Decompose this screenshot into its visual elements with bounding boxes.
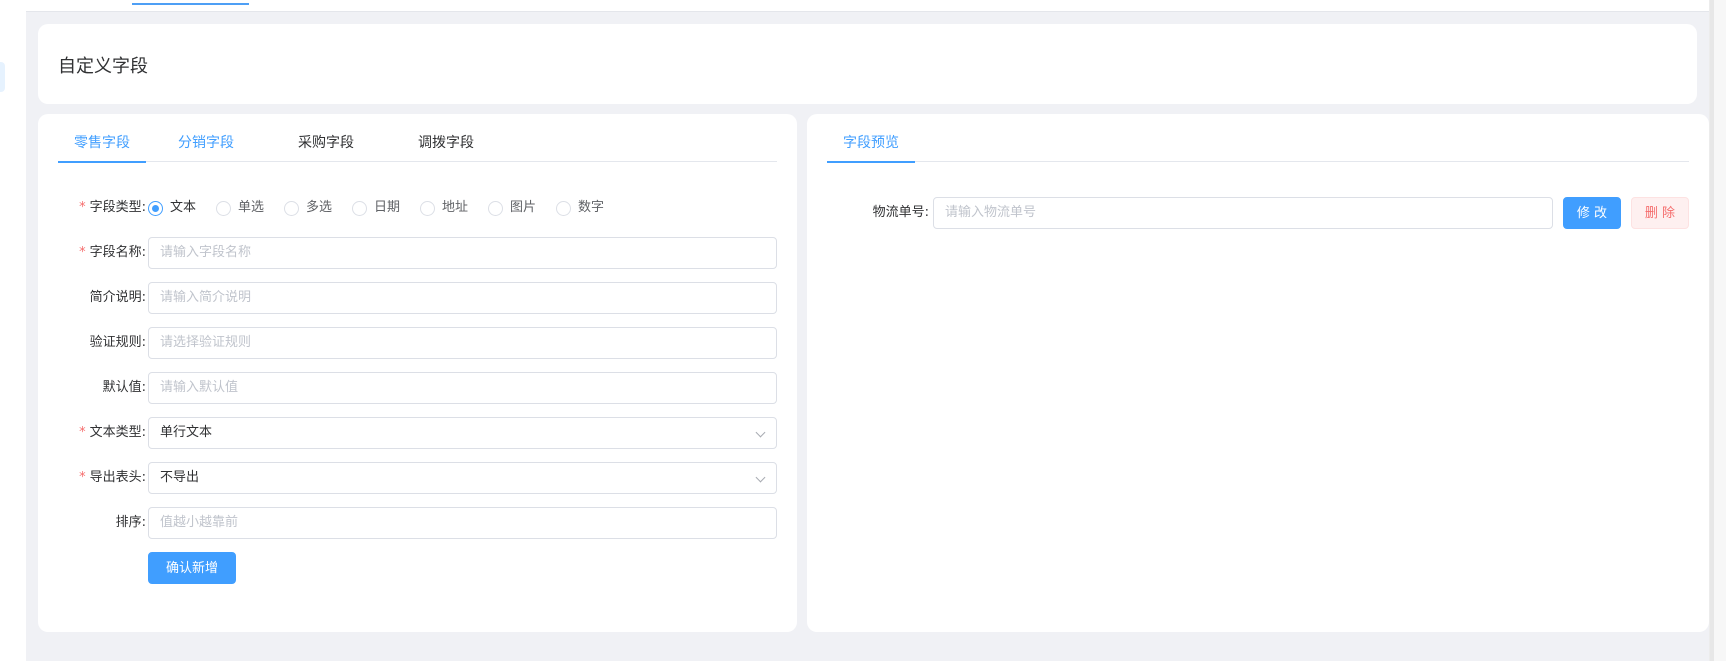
field-preview-card: 字段预览 物流单号: 请输入物流单号 修 改 删 除 [807,114,1709,632]
export-header-select[interactable]: 不导出 [148,462,777,494]
delete-button[interactable]: 删 除 [1631,197,1689,229]
text-type-row: * 文本类型: 单行文本 [58,416,777,450]
default-value-input[interactable]: 请输入默认值 [148,372,777,404]
confirm-add-button[interactable]: 确认新增 [148,552,236,584]
collapsed-menu-indicator[interactable] [0,62,5,92]
active-top-tab-indicator [132,3,249,5]
preview-field-row: 物流单号: 请输入物流单号 修 改 删 除 [827,196,1689,230]
tracking-number-input[interactable]: 请输入物流单号 [933,197,1553,229]
tab-retail[interactable]: 零售字段 [58,124,146,163]
field-category-tabs: 零售字段 分销字段 采购字段 调拨字段 [58,124,777,163]
edit-button[interactable]: 修 改 [1563,197,1621,229]
export-header-row: * 导出表头: 不导出 [58,461,777,495]
field-form-card: 零售字段 分销字段 采购字段 调拨字段 * 字段类型: 文本 单选 多选 日期 … [38,114,797,632]
tab-purchase[interactable]: 采购字段 [294,124,358,162]
validation-row: 验证规则: 请选择验证规则 [58,326,777,360]
main-content: 自定义字段 零售字段 分销字段 采购字段 调拨字段 *字段类型: 文本 单选 [26,0,1709,661]
text-type-label: * 文本类型: [79,425,146,440]
validation-select[interactable]: 请选择验证规则 [148,327,777,359]
description-label: 简介说明: [89,290,146,305]
page-scrollbar[interactable] [1709,0,1726,661]
export-header-value: 不导出 [160,470,200,485]
radio-circle [148,201,163,216]
header-card: 自定义字段 [38,24,1697,104]
scrollbar-thumb[interactable] [1710,0,1714,661]
radio-circle [352,201,367,216]
tab-transfer[interactable]: 调拨字段 [414,124,478,162]
description-input[interactable]: 请输入简介说明 [148,282,777,314]
radio-circle [556,201,571,216]
default-value-label: 默认值: [102,380,146,395]
tab-field-preview[interactable]: 字段预览 [827,124,915,163]
tracking-number-label: 物流单号: [872,205,929,220]
chevron-down-icon [755,427,766,438]
field-type-row: * 字段类型: 文本 单选 多选 日期 地址 图片 数字 [58,191,777,225]
chevron-down-icon [755,472,766,483]
validation-label: 验证规则: [89,335,146,350]
text-type-select[interactable]: 单行文本 [148,417,777,449]
radio-circle [284,201,299,216]
field-name-input[interactable]: 请输入字段名称 [148,237,777,269]
radio-circle [420,201,435,216]
sort-input[interactable]: 值越小越靠前 [148,507,777,539]
radio-circle [488,201,503,216]
text-type-value: 单行文本 [160,425,213,440]
tab-distribution[interactable]: 分销字段 [174,124,238,162]
sort-row: 排序: 值越小越靠前 [58,506,777,540]
sort-label: 排序: [115,515,146,530]
top-tab-bar [26,0,1709,12]
field-name-row: * 字段名称: 请输入字段名称 [58,236,777,270]
radio-circle [216,201,231,216]
field-name-label: * 字段名称: [79,245,146,260]
export-header-label: * 导出表头: [79,470,146,485]
preview-tabs: 字段预览 [827,124,1689,163]
left-edge-strip [0,0,26,661]
page-title: 自定义字段 [58,56,148,77]
field-type-label: * 字段类型: [79,200,146,215]
default-value-row: 默认值: 请输入默认值 [58,371,777,405]
description-row: 简介说明: 请输入简介说明 [58,281,777,315]
